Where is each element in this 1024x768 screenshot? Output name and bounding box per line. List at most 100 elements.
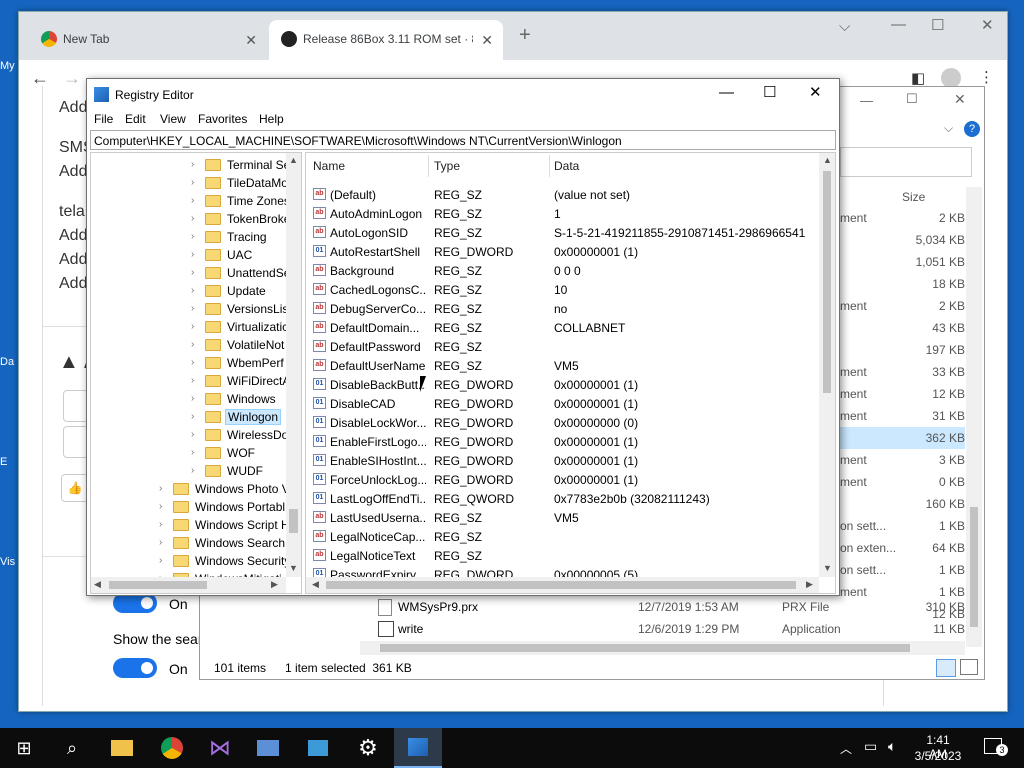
minimize-icon[interactable]: —	[719, 84, 734, 101]
expand-chevron-icon[interactable]: ›	[191, 213, 201, 224]
help-icon[interactable]: ?	[964, 121, 980, 137]
maximize-icon[interactable]: ☐	[931, 16, 944, 34]
tree-node[interactable]: › VolatileNot	[191, 337, 286, 355]
values-horizontal-scrollbar[interactable]: ◀ ▶	[306, 577, 819, 593]
maximize-icon[interactable]: ☐	[763, 83, 776, 101]
tree-node[interactable]: › Time Zones	[191, 193, 286, 211]
expand-chevron-icon[interactable]: ›	[191, 357, 201, 368]
file-row[interactable]: WMSysPr9.prx 12/7/2019 1:53 AM PRX File …	[200, 596, 965, 618]
vertical-scrollbar[interactable]	[966, 187, 982, 647]
value-row[interactable]: 01 LastLogOffEndTi... REG_QWORD 0x7783e2b0b…	[306, 489, 821, 508]
expand-chevron-icon[interactable]: ›	[191, 429, 201, 440]
thumbs-up-button[interactable]: 👍	[61, 474, 89, 502]
value-row[interactable]: ab DefaultDomain... REG_SZ COLLABNET	[306, 318, 821, 337]
file-row[interactable]: write 12/6/2019 1:29 PM Application 11 K…	[200, 618, 965, 640]
expand-chevron-icon[interactable]: ›	[191, 231, 201, 242]
tree-node[interactable]: › Terminal Se	[191, 157, 286, 175]
menu-file[interactable]: File	[94, 112, 113, 126]
profile-avatar-icon[interactable]	[941, 68, 961, 88]
tree-node[interactable]: › Windows Search	[159, 535, 286, 553]
close-icon[interactable]: ✕	[981, 16, 994, 34]
value-row[interactable]: ab DefaultUserName REG_SZ VM5	[306, 356, 821, 375]
expand-chevron-icon[interactable]: ›	[159, 537, 169, 548]
column-header-data[interactable]: Data	[554, 159, 579, 173]
tree-node[interactable]: › Update	[191, 283, 286, 301]
expand-chevron-icon[interactable]: ›	[191, 339, 201, 350]
value-row[interactable]: ab DebugServerCo... REG_SZ no	[306, 299, 821, 318]
tree-node[interactable]: › VersionsList	[191, 301, 286, 319]
value-row[interactable]: 01 ForceUnlockLog... REG_DWORD 0x00000001 (…	[306, 470, 821, 489]
maximize-icon[interactable]: ☐	[906, 91, 918, 107]
expand-chevron-icon[interactable]: ›	[191, 195, 201, 206]
network-tray-icon[interactable]: ▭	[864, 738, 877, 755]
tree-node[interactable]: › Windows Portabl	[159, 499, 286, 517]
value-row[interactable]: 01 DisableBackButt... REG_DWORD 0x00000001 …	[306, 375, 821, 394]
expand-chevron-icon[interactable]: ›	[191, 267, 201, 278]
tab-release-86box[interactable]: Release 86Box 3.11 ROM set · 86 ✕	[269, 20, 503, 60]
value-row[interactable]: ab LegalNoticeText REG_SZ	[306, 546, 821, 565]
tree-horizontal-scrollbar[interactable]: ◀ ▶	[91, 577, 286, 593]
menu-icon[interactable]: ⋮	[979, 68, 994, 86]
tree-node[interactable]: › Windows Script H	[159, 517, 286, 535]
desktop-icon-label[interactable]: Vis	[0, 556, 18, 568]
expand-chevron-icon[interactable]: ›	[191, 285, 201, 296]
expand-ribbon-icon[interactable]: ⌵	[944, 121, 953, 136]
network-icon[interactable]	[294, 728, 342, 768]
desktop-icon-label[interactable]: My	[0, 60, 18, 72]
menu-favorites[interactable]: Favorites	[198, 112, 247, 126]
volume-icon[interactable]: 🔈︎	[888, 738, 896, 755]
expand-chevron-icon[interactable]: ›	[191, 177, 201, 188]
minimize-icon[interactable]: —	[860, 93, 873, 108]
expand-chevron-icon[interactable]: ›	[191, 321, 201, 332]
value-row[interactable]: ab AutoLogonSID REG_SZ S-1-5-21-419211855-2…	[306, 223, 821, 242]
start-icon[interactable]: ⊞	[0, 728, 48, 768]
tree-node[interactable]: › Windows	[191, 391, 286, 409]
column-header-size[interactable]: Size	[902, 190, 925, 204]
chrome-icon[interactable]	[148, 728, 196, 768]
close-tab-icon[interactable]: ✕	[245, 32, 257, 49]
value-row[interactable]: ab AutoAdminLogon REG_SZ 1	[306, 204, 821, 223]
menu-view[interactable]: View	[160, 112, 186, 126]
visual-studio-icon[interactable]: ⋈	[196, 728, 244, 768]
expand-chevron-icon[interactable]: ›	[191, 303, 201, 314]
tab-search-icon[interactable]: ⌵	[839, 18, 850, 35]
expand-chevron-icon[interactable]: ›	[159, 555, 169, 566]
tab-new-tab[interactable]: New Tab ✕	[27, 20, 267, 60]
value-row[interactable]: 01 EnableSIHostInt... REG_DWORD 0x00000001 …	[306, 451, 821, 470]
tree-node[interactable]: › WOF	[191, 445, 286, 463]
tree-node[interactable]: › Winlogon	[191, 409, 286, 427]
sidebar-icon[interactable]: ◧	[911, 69, 925, 87]
values-vertical-scrollbar[interactable]: ▲ ▼	[819, 153, 835, 577]
close-tab-icon[interactable]: ✕	[481, 32, 493, 49]
expand-chevron-icon[interactable]: ›	[159, 501, 169, 512]
horizontal-scrollbar[interactable]	[360, 641, 965, 655]
details-view-icon[interactable]	[936, 659, 956, 677]
expand-chevron-icon[interactable]: ›	[191, 249, 201, 260]
expand-chevron-icon[interactable]: ›	[191, 447, 201, 458]
tree-vertical-scrollbar[interactable]: ▲ ▼	[286, 153, 301, 577]
value-row[interactable]: 01 AutoRestartShell REG_DWORD 0x00000001 (1…	[306, 242, 821, 261]
expand-chevron-icon[interactable]: ›	[191, 465, 201, 476]
expand-chevron-icon[interactable]: ›	[191, 159, 201, 170]
menu-edit[interactable]: Edit	[125, 112, 146, 126]
close-icon[interactable]: ✕	[809, 83, 822, 101]
value-row[interactable]: ab DefaultPassword REG_SZ	[306, 337, 821, 356]
value-row[interactable]: ab LegalNoticeCap... REG_SZ	[306, 527, 821, 546]
expand-chevron-icon[interactable]: ›	[191, 411, 201, 422]
value-row[interactable]: ab Background REG_SZ 0 0 0	[306, 261, 821, 280]
regedit-icon[interactable]	[394, 728, 442, 768]
tree-node[interactable]: › Windows Photo V	[159, 481, 286, 499]
value-row[interactable]: 01 DisableLockWor... REG_DWORD 0x00000000 (…	[306, 413, 821, 432]
toggle-switch[interactable]	[113, 658, 157, 678]
new-tab-button[interactable]: +	[519, 24, 531, 47]
tree-node[interactable]: › UAC	[191, 247, 286, 265]
address-bar[interactable]: Computer\HKEY_LOCAL_MACHINE\SOFTWARE\Mic…	[90, 130, 836, 150]
value-row[interactable]: ab LastUsedUserna... REG_SZ VM5	[306, 508, 821, 527]
tree-node[interactable]: › WirelessDo	[191, 427, 286, 445]
title-bar[interactable]: Registry Editor — ☐ ✕	[87, 79, 839, 109]
value-row[interactable]: ab (Default) REG_SZ (value not set)	[306, 185, 821, 204]
tree-node[interactable]: › Virtualizatic	[191, 319, 286, 337]
value-row[interactable]: ab CachedLogonsC... REG_SZ 10	[306, 280, 821, 299]
close-icon[interactable]: ✕	[954, 91, 966, 108]
tree-node[interactable]: › WbemPerf	[191, 355, 286, 373]
